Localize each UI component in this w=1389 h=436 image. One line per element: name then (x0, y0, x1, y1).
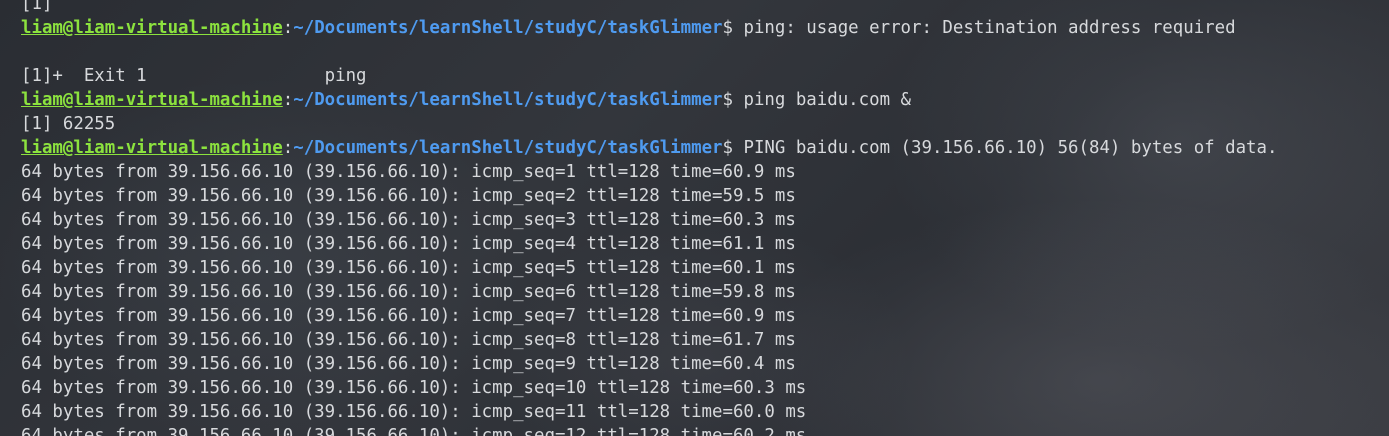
prompt-separator: : (282, 90, 294, 110)
output-line: 64 bytes from 39.156.66.10 (39.156.66.10… (21, 354, 796, 374)
output-line: [1] (21, 0, 53, 14)
output-line: 64 bytes from 39.156.66.10 (39.156.66.10… (21, 162, 796, 182)
prompt-line: liam@liam-virtual-machine:~/Documents/le… (21, 136, 1277, 160)
output-line: 64 bytes from 39.156.66.10 (39.156.66.10… (21, 306, 796, 326)
command-text: ping: usage error: Destination address r… (733, 18, 1236, 38)
prompt-user-host: liam@liam-virtual-machine (21, 90, 283, 110)
output-line: 64 bytes from 39.156.66.10 (39.156.66.10… (21, 330, 796, 350)
prompt-path: ~/Documents/learnShell/studyC/taskGlimme… (293, 138, 723, 158)
prompt-path: ~/Documents/learnShell/studyC/taskGlimme… (293, 90, 723, 110)
output-line: 64 bytes from 39.156.66.10 (39.156.66.10… (21, 210, 796, 230)
prompt-path: ~/Documents/learnShell/studyC/taskGlimme… (293, 18, 723, 38)
prompt-line: liam@liam-virtual-machine:~/Documents/le… (21, 16, 1277, 40)
prompt-user-host: liam@liam-virtual-machine (21, 138, 283, 158)
command-text: PING baidu.com (39.156.66.10) 56(84) byt… (733, 138, 1278, 158)
terminal-window[interactable]: [1] liam@liam-virtual-machine:~/Documents… (0, 0, 1389, 436)
output-line: 64 bytes from 39.156.66.10 (39.156.66.10… (21, 258, 796, 278)
command-text: ping baidu.com & (733, 90, 912, 110)
prompt-symbol: $ (722, 18, 734, 38)
prompt-line: liam@liam-virtual-machine:~/Documents/le… (21, 88, 1277, 112)
output-line: 64 bytes from 39.156.66.10 (39.156.66.10… (21, 426, 807, 436)
output-line: [1] 62255 (21, 114, 116, 134)
output-line: 64 bytes from 39.156.66.10 (39.156.66.10… (21, 282, 796, 302)
prompt-symbol: $ (722, 138, 734, 158)
prompt-separator: : (282, 18, 294, 38)
output-line: 64 bytes from 39.156.66.10 (39.156.66.10… (21, 186, 796, 206)
output-line: [1]+ Exit 1 ping (21, 66, 367, 86)
output-line: 64 bytes from 39.156.66.10 (39.156.66.10… (21, 234, 796, 254)
prompt-symbol: $ (722, 90, 734, 110)
output-line: 64 bytes from 39.156.66.10 (39.156.66.10… (21, 402, 807, 422)
terminal-output: [1] liam@liam-virtual-machine:~/Documents… (21, 0, 1277, 436)
prompt-user-host: liam@liam-virtual-machine (21, 18, 283, 38)
prompt-separator: : (282, 138, 294, 158)
output-line: 64 bytes from 39.156.66.10 (39.156.66.10… (21, 378, 807, 398)
